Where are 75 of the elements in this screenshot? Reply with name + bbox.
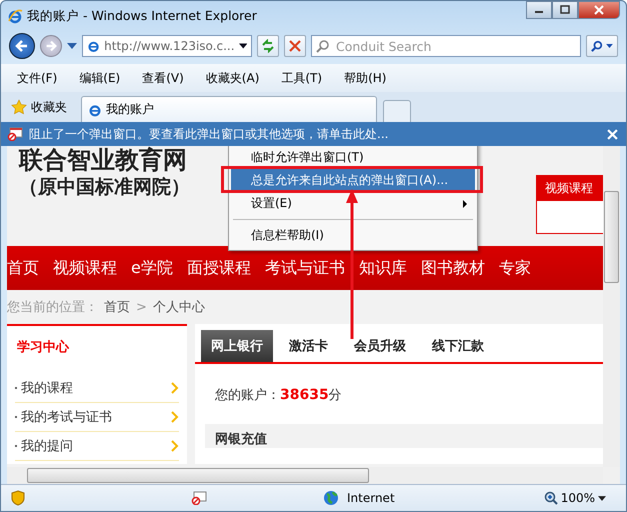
star-icon (11, 99, 27, 115)
panel-heading: 视频课程 (537, 176, 603, 201)
dropdown-arrow-icon (238, 43, 247, 49)
menu-item[interactable]: 工具(T) (281, 70, 322, 86)
sidebar-item[interactable]: 我的考试与证书 (15, 403, 179, 432)
back-button[interactable] (9, 33, 35, 59)
menu-item[interactable]: 文件(F) (17, 70, 58, 86)
search-icon (591, 40, 603, 52)
chevron-right-icon (171, 411, 179, 423)
refresh-icon (261, 39, 275, 53)
nav-link[interactable]: 专家 (498, 258, 531, 278)
sidebar-title: 学习中心 (16, 338, 70, 357)
nav-link[interactable]: 知识库 (358, 258, 407, 278)
nav-link[interactable]: 面授课程 (186, 258, 251, 278)
breadcrumb-separator: > (136, 300, 147, 314)
blocked-popup-icon (191, 491, 207, 505)
submenu-arrow-icon (463, 200, 467, 208)
chevron-right-icon (171, 440, 179, 452)
close-icon (594, 5, 604, 15)
close-icon[interactable] (607, 128, 618, 140)
site-logo-text: 联合智业教育网 (19, 146, 188, 174)
blocked-popup-icon (7, 127, 23, 141)
menu-option[interactable]: 信息栏帮助(I) (231, 224, 475, 247)
globe-icon (323, 490, 339, 506)
search-field[interactable]: Conduit Search (311, 35, 581, 57)
nav-link[interactable]: e学院 (131, 258, 173, 278)
menu-option[interactable]: 临时允许弹出窗口(T) (231, 146, 475, 169)
account-balance: 您的账户：38635分 (214, 386, 343, 405)
favorites-button[interactable]: 收藏夹 (7, 94, 75, 120)
shield-icon (11, 490, 25, 506)
breadcrumb-link[interactable]: 首页 (104, 298, 130, 316)
forward-arrow-icon (44, 39, 58, 53)
menu-option[interactable]: 总是允许来自此站点的弹出窗口(A)... (231, 169, 475, 192)
sidebar-item[interactable]: 我的课程 (15, 374, 179, 403)
nav-link[interactable]: 考试与证书 (264, 258, 345, 278)
dropdown-arrow-icon (598, 496, 606, 500)
browser-logo-icon (7, 8, 23, 24)
security-zone: Internet (347, 491, 395, 505)
address-field[interactable]: http://www.123iso.c... (82, 35, 252, 57)
zoom-icon (544, 491, 558, 505)
nav-link[interactable]: 图书教材 (420, 258, 485, 278)
page-tab[interactable]: 激活卡 (279, 330, 338, 362)
site-subtitle: （原中国标准网院） (19, 175, 190, 200)
browser-logo-icon (88, 102, 102, 116)
stop-icon (289, 40, 301, 52)
section-title: 网银充值 (215, 432, 267, 447)
nav-link[interactable]: 首页 (7, 258, 39, 278)
window-title: 我的账户 - Windows Internet Explorer (27, 8, 257, 24)
nav-link[interactable]: 视频课程 (53, 258, 117, 278)
browser-tab[interactable]: 我的账户 (81, 96, 377, 122)
menu-option[interactable]: 设置(E) (231, 192, 475, 215)
dropdown-arrow-icon[interactable] (67, 43, 77, 49)
minimize-button[interactable] (526, 1, 552, 19)
search-button[interactable] (586, 35, 618, 57)
refresh-button[interactable] (257, 35, 279, 57)
menu-item[interactable]: 查看(V) (142, 70, 184, 86)
page-tab[interactable]: 线下汇款 (422, 330, 494, 362)
breadcrumb-current: 个人中心 (152, 299, 205, 316)
chevron-right-icon (171, 382, 179, 394)
browser-logo-icon (87, 39, 100, 53)
forward-button[interactable] (40, 35, 62, 57)
page-tab[interactable]: 会员升级 (344, 330, 416, 362)
close-button[interactable] (578, 1, 620, 19)
menu-item[interactable]: 帮助(H) (344, 70, 386, 86)
zoom-button[interactable]: 100% (544, 491, 606, 505)
menu-item[interactable]: 编辑(E) (79, 70, 120, 86)
maximize-icon (560, 5, 570, 15)
stop-button[interactable] (284, 35, 306, 57)
sidebar-item[interactable]: 我的提问 (15, 432, 179, 461)
maximize-button[interactable] (552, 1, 578, 19)
dropdown-arrow-icon (606, 44, 613, 48)
page-tab[interactable]: 网上银行 (201, 330, 273, 362)
menu-item[interactable]: 收藏夹(A) (206, 70, 260, 86)
breadcrumb-label: 您当前的位置： (7, 299, 98, 316)
back-arrow-icon (14, 38, 30, 54)
